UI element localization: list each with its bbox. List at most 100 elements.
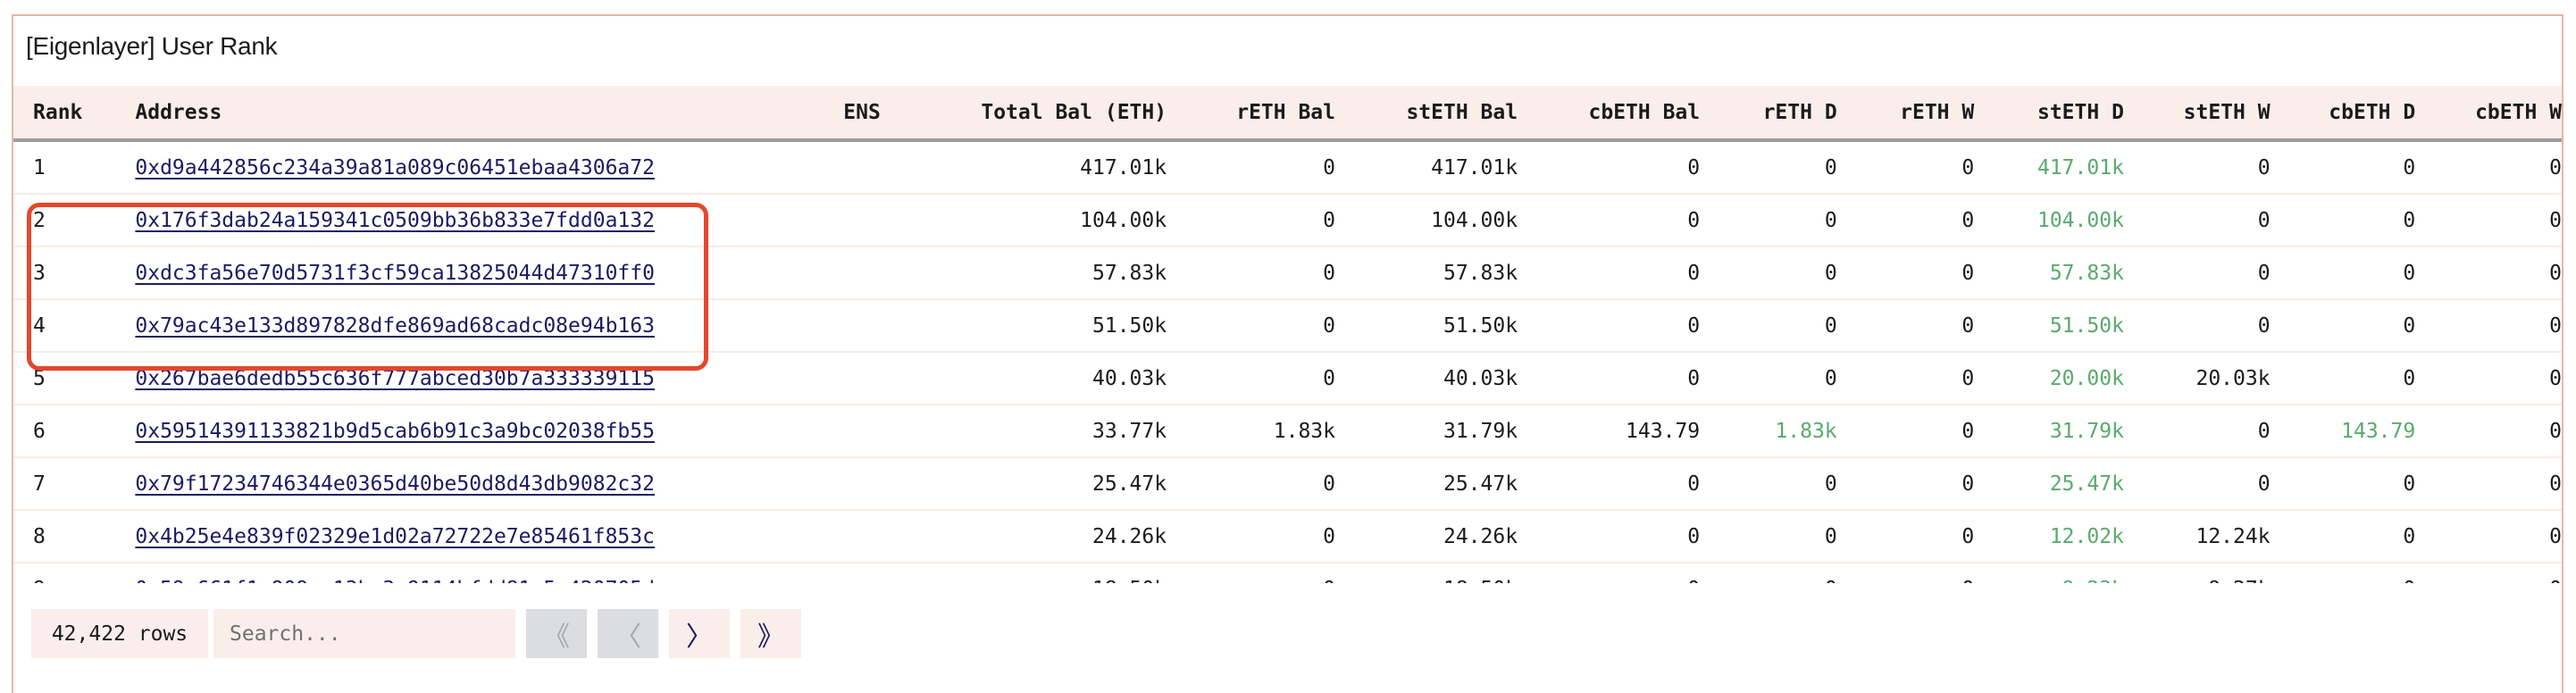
column-header-steth-d[interactable]: stETH D: [1974, 86, 2124, 142]
cell-reth-bal: 0: [1167, 352, 1335, 405]
value-cbeth-d: 0: [2403, 208, 2416, 232]
value-steth-d: 9.23k: [2062, 578, 2124, 584]
value-cbeth-d: 0: [2403, 155, 2416, 180]
cell-cbeth-w: 0: [2415, 510, 2562, 564]
cell-reth-bal: 1.83k: [1167, 405, 1335, 458]
value-total-bal: 40.03k: [1092, 366, 1167, 390]
cell-steth-d: 417.01k: [1974, 140, 2124, 195]
value-cbeth-d: 0: [2403, 261, 2416, 285]
cell-ens: [830, 352, 939, 405]
cell-reth-bal: 0: [1167, 299, 1335, 353]
cell-steth-bal: 51.50k: [1335, 299, 1518, 353]
cell-steth-d: 51.50k: [1974, 299, 2124, 353]
value-total-bal: 57.83k: [1092, 261, 1167, 285]
column-header-cbeth-bal[interactable]: cbETH Bal: [1518, 86, 1701, 142]
cell-reth-d: 0: [1700, 563, 1837, 583]
cell-cbeth-w: 0: [2415, 563, 2562, 583]
table-scroll-area[interactable]: Rank Address ENS Total Bal (ETH) rETH Bal stE…: [13, 86, 2562, 583]
value-cbeth-d: 143.79: [2341, 419, 2416, 443]
table-row: 2 0x176f3dab24a159341c0509bb36b833e7fdd0a…: [13, 194, 2562, 247]
column-header-ens[interactable]: ENS: [830, 86, 939, 142]
address-link[interactable]: 0x79ac43e133d897828dfe869ad68cadc08e94b1…: [135, 314, 655, 338]
value-cbeth-bal: 143.79: [1626, 419, 1701, 443]
value-total-bal: 33.77k: [1092, 419, 1167, 443]
cell-reth-bal: 0: [1167, 563, 1335, 583]
column-header-steth-w[interactable]: stETH W: [2123, 86, 2271, 142]
column-header-reth-w[interactable]: rETH W: [1836, 86, 1975, 142]
value-reth-bal: 0: [1323, 366, 1335, 390]
table-body: 1 0xd9a442856c234a39a81a089c06451ebaa4306…: [13, 140, 2562, 583]
address-link[interactable]: 0xd9a442856c234a39a81a089c06451ebaa4306a…: [135, 156, 655, 180]
user-rank-table: Rank Address ENS Total Bal (ETH) rETH Bal stE…: [13, 86, 2562, 583]
value-reth-w: 0: [1961, 155, 1975, 180]
value-cbeth-bal: 0: [1687, 524, 1701, 548]
cell-reth-d: 0: [1700, 140, 1837, 195]
cell-cbeth-w: 0: [2415, 140, 2562, 195]
column-header-rank[interactable]: Rank: [13, 86, 136, 142]
cell-total-bal: 51.50k: [938, 299, 1167, 353]
last-page-button[interactable]: 》: [740, 609, 801, 658]
column-header-reth-d[interactable]: rETH D: [1700, 86, 1837, 142]
address-link[interactable]: 0xdc3fa56e70d5731f3cf59ca13825044d47310f…: [135, 262, 655, 285]
value-steth-w: 12.24k: [2195, 524, 2271, 548]
cell-steth-w: 9.27k: [2123, 563, 2271, 583]
cell-rank: 9: [13, 563, 136, 583]
cell-cbeth-bal: 0: [1518, 510, 1701, 564]
value-cbeth-d: 0: [2403, 366, 2416, 390]
cell-reth-w: 0: [1836, 299, 1975, 353]
cell-reth-w: 0: [1836, 457, 1975, 511]
cell-steth-bal: 31.79k: [1335, 405, 1518, 458]
search-input[interactable]: [213, 609, 515, 658]
address-link[interactable]: 0x79f17234746344e0365d40be50d8d43db9082c…: [135, 472, 655, 496]
address-link[interactable]: 0x59a661f1c909ca13ba3e9114bfdd81e5a42070…: [135, 578, 655, 584]
cell-steth-d: 9.23k: [1974, 563, 2124, 583]
address-link[interactable]: 0x4b25e4e839f02329e1d02a72722e7e85461f85…: [135, 525, 655, 548]
column-header-reth-bal[interactable]: rETH Bal: [1167, 86, 1335, 142]
value-steth-bal: 51.50k: [1443, 313, 1518, 338]
cell-steth-w: 0: [2123, 457, 2271, 511]
column-header-total-bal[interactable]: Total Bal (ETH): [938, 86, 1167, 142]
cell-cbeth-bal: 0: [1518, 352, 1701, 405]
address-link[interactable]: 0x176f3dab24a159341c0509bb36b833e7fdd0a1…: [135, 209, 655, 232]
table-row: 7 0x79f17234746344e0365d40be50d8d43db9082…: [13, 457, 2562, 511]
value-cbeth-bal: 0: [1687, 208, 1701, 232]
value-cbeth-bal: 0: [1687, 472, 1701, 496]
value-steth-bal: 31.79k: [1443, 419, 1518, 443]
cell-steth-bal: 40.03k: [1335, 352, 1518, 405]
previous-page-button[interactable]: 〈: [598, 609, 658, 658]
address-link[interactable]: 0x267bae6dedb55c636f777abced30b7a3333391…: [135, 367, 655, 390]
cell-ens: [830, 194, 939, 247]
column-header-address[interactable]: Address: [135, 86, 831, 142]
cell-cbeth-d: 0: [2270, 194, 2416, 247]
row-count: 42,422 rows: [31, 609, 208, 658]
value-cbeth-w: 0: [2549, 524, 2562, 548]
first-page-button[interactable]: 《: [526, 609, 587, 658]
cell-reth-w: 0: [1836, 405, 1975, 458]
chevron-left-icon: 〈: [615, 621, 641, 653]
value-steth-w: 0: [2257, 208, 2271, 232]
next-page-button[interactable]: 〉: [669, 609, 730, 658]
cell-cbeth-bal: 0: [1518, 299, 1701, 353]
column-header-cbeth-d[interactable]: cbETH D: [2270, 86, 2416, 142]
value-reth-w: 0: [1961, 313, 1975, 338]
value-cbeth-w: 0: [2549, 313, 2562, 338]
value-steth-d: 20.00k: [2049, 366, 2124, 390]
value-steth-bal: 25.47k: [1443, 472, 1518, 496]
cell-rank: 3: [13, 246, 136, 300]
cell-reth-bal: 0: [1167, 510, 1335, 564]
value-reth-d: 0: [1824, 313, 1837, 338]
cell-cbeth-bal: 0: [1518, 563, 1701, 583]
value-steth-d: 25.47k: [2049, 472, 2124, 496]
column-header-cbeth-w[interactable]: cbETH W: [2415, 86, 2562, 142]
cell-cbeth-w: 0: [2415, 405, 2562, 458]
value-total-bal: 25.47k: [1092, 472, 1167, 496]
cell-cbeth-d: 0: [2270, 246, 2416, 300]
value-steth-d: 57.83k: [2049, 261, 2124, 285]
user-rank-card: [Eigenlayer] User Rank Rank Address ENS Tot…: [12, 14, 2563, 693]
cell-reth-bal: 0: [1167, 140, 1335, 195]
value-cbeth-w: 0: [2549, 578, 2562, 584]
cell-cbeth-w: 0: [2415, 352, 2562, 405]
address-link[interactable]: 0x59514391133821b9d5cab6b91c3a9bc02038fb…: [135, 420, 655, 443]
column-header-steth-bal[interactable]: stETH Bal: [1335, 86, 1518, 142]
value-reth-bal: 1.83k: [1273, 419, 1335, 443]
